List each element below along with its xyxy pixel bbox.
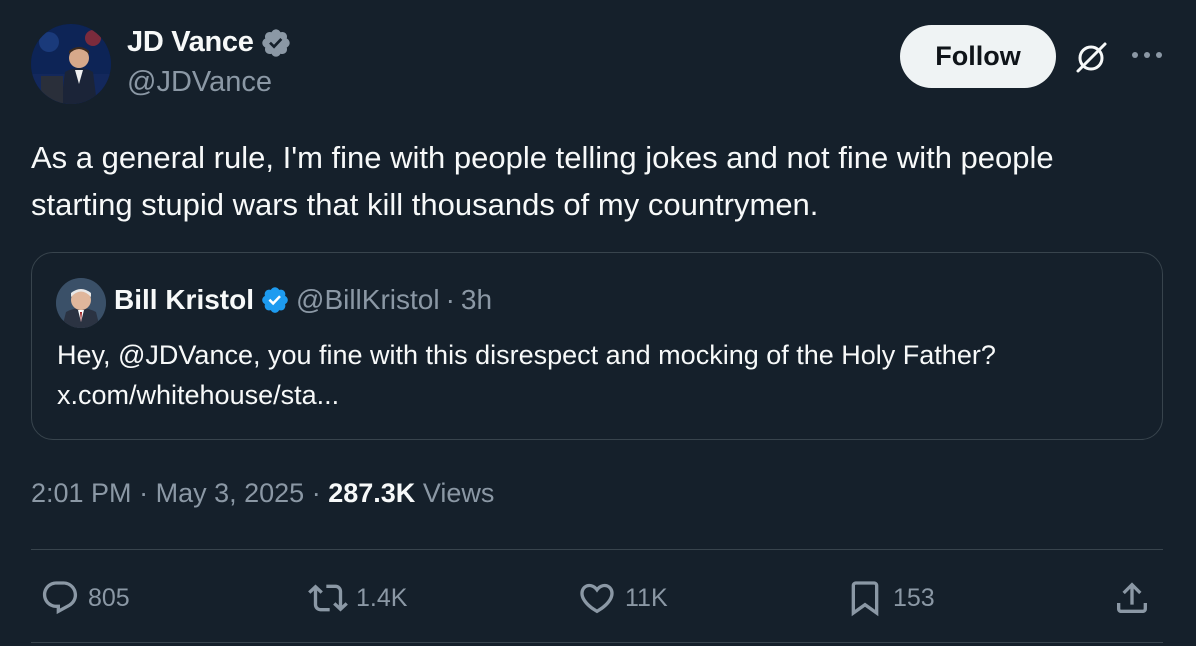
reply-button[interactable]: 805 <box>40 578 130 618</box>
heart-icon <box>580 583 614 614</box>
grok-icon[interactable] <box>1072 38 1110 76</box>
reply-count: 805 <box>88 583 130 612</box>
reply-icon <box>42 581 78 615</box>
quote-body: Hey, @JDVance, you fine with this disres… <box>57 335 1147 415</box>
author-handle[interactable]: @JDVance <box>127 66 272 99</box>
repost-count: 1.4K <box>356 583 408 612</box>
tweet-date[interactable]: May 3, 2025 <box>156 478 305 508</box>
divider <box>31 642 1163 643</box>
divider <box>31 549 1163 550</box>
meta-separator: · <box>139 478 149 508</box>
quote-header: Bill Kristol @BillKristol · 3h <box>114 284 492 316</box>
meta-separator: · <box>311 478 321 508</box>
verified-badge-icon <box>261 28 290 57</box>
quote-author-avatar[interactable] <box>56 278 106 328</box>
repost-button[interactable]: 1.4K <box>308 578 407 618</box>
like-count: 11K <box>625 583 668 612</box>
follow-button[interactable]: Follow <box>900 25 1056 88</box>
tweet-text: As a general rule, I'm fine with people … <box>31 140 1054 222</box>
author-avatar[interactable] <box>31 24 111 104</box>
share-icon[interactable] <box>1112 578 1152 618</box>
quote-author-handle: @BillKristol <box>296 284 440 315</box>
verified-badge-icon <box>262 287 288 313</box>
author-name-row: JD Vance <box>127 26 292 59</box>
tweet-meta: 2:01 PM · May 3, 2025 · 287.3K Views <box>31 478 494 509</box>
quote-author-name[interactable]: Bill Kristol <box>114 284 254 316</box>
quote-avatar-image <box>56 278 106 328</box>
bookmark-button[interactable]: 153 <box>845 578 935 618</box>
quoted-tweet[interactable]: Bill Kristol @BillKristol · 3h Hey, @JDV… <box>31 252 1163 440</box>
views-label: Views <box>422 478 495 508</box>
author-avatar-image <box>31 24 111 104</box>
quote-time: 3h <box>460 284 493 315</box>
more-options-icon[interactable] <box>1130 45 1164 65</box>
views-count: 287.3K <box>328 478 416 508</box>
tweet-time[interactable]: 2:01 PM <box>31 478 132 508</box>
repost-icon <box>308 584 348 612</box>
quote-text: Hey, @JDVance, you fine with this disres… <box>57 340 996 370</box>
author-name[interactable]: JD Vance <box>127 26 254 59</box>
like-button[interactable]: 11K <box>577 578 668 618</box>
bookmark-icon <box>851 581 879 617</box>
bookmark-count: 153 <box>893 583 935 612</box>
quote-link[interactable]: x.com/whitehouse/sta... <box>57 375 1147 415</box>
quote-separator: · <box>445 284 455 315</box>
